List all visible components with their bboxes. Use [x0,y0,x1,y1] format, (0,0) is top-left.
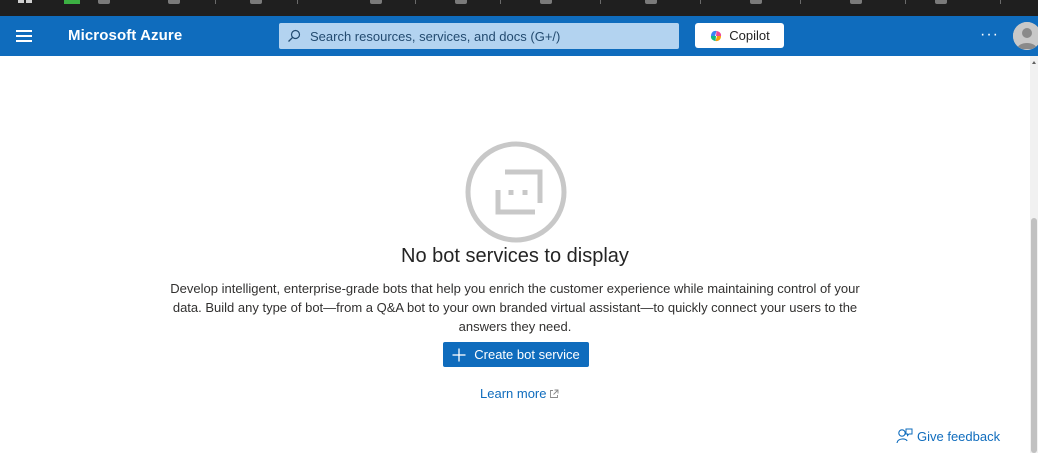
azure-top-bar: Microsoft Azure Copilot ··· [0,16,1038,56]
give-feedback-label: Give feedback [917,428,1001,444]
taskbar-divider [297,0,298,4]
hamburger-menu-icon[interactable] [16,30,32,42]
copilot-button[interactable]: Copilot [695,23,784,48]
copilot-label: Copilot [729,28,770,43]
feedback-icon [896,428,913,444]
taskbar-tab-icon[interactable] [750,0,762,4]
copilot-icon [711,30,722,41]
give-feedback-link[interactable]: Give feedback [896,428,1000,444]
avatar-icon[interactable] [1013,22,1038,50]
taskbar-divider [500,0,501,4]
bot-face-icon [465,141,567,243]
global-search-input[interactable] [308,27,672,45]
learn-more-link[interactable]: Learn more [480,386,559,401]
windows-start-icon[interactable] [18,0,32,4]
user-avatar-icon [1013,22,1038,50]
taskbar-app-icon[interactable] [64,0,80,4]
empty-state-title: No bot services to display [401,245,629,267]
page-scrollbar[interactable] [1030,56,1038,453]
plus-icon [452,348,466,361]
taskbar-divider [905,0,906,4]
taskbar-divider [415,0,416,4]
more-icon[interactable]: ··· [980,26,999,44]
search-icon [288,29,301,42]
taskbar-tab-icon[interactable] [850,0,862,4]
create-bot-service-button[interactable]: Create bot service [443,342,589,367]
taskbar-divider [700,0,701,4]
scroll-up-icon[interactable] [1032,61,1036,64]
taskbar-divider [1000,0,1001,4]
taskbar-tab-icon[interactable] [455,0,467,4]
external-link-icon [550,389,559,398]
create-bot-service-label: Create bot service [474,347,580,362]
taskbar-tab-icon[interactable] [645,0,657,4]
taskbar-divider [215,0,216,4]
taskbar-divider [800,0,801,4]
portal-brand-title[interactable]: Microsoft Azure [68,27,182,44]
taskbar-tab-icon[interactable] [168,0,180,4]
global-search-box[interactable] [279,23,679,49]
scrollbar-thumb[interactable] [1031,218,1037,453]
taskbar-tab-icon[interactable] [540,0,552,4]
learn-more-label: Learn more [480,386,547,401]
empty-state-description: Develop intelligent, enterprise-grade bo… [170,281,860,334]
taskbar-tab-icon[interactable] [935,0,947,4]
taskbar-divider [600,0,601,4]
os-taskbar [0,0,1038,16]
taskbar-tab-icon[interactable] [370,0,382,4]
taskbar-tab-icon[interactable] [98,0,110,4]
taskbar-tab-icon[interactable] [250,0,262,4]
